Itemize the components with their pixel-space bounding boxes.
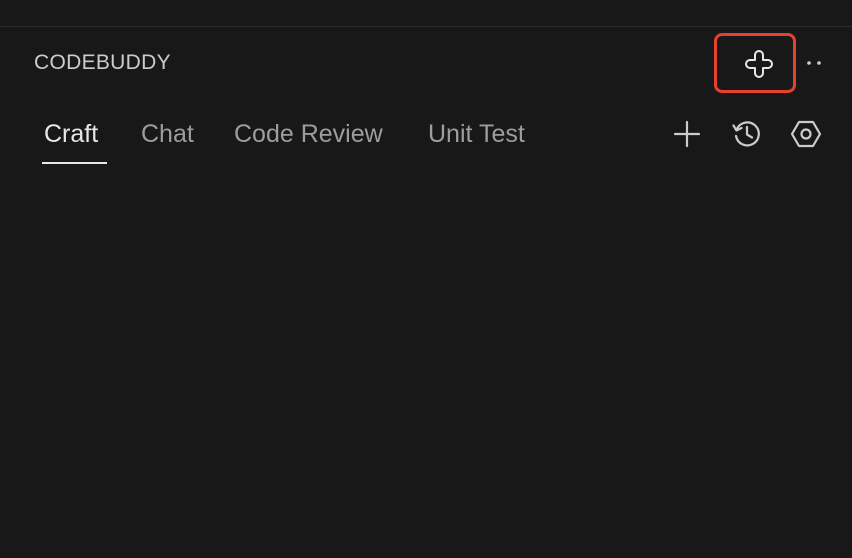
settings-button[interactable] (788, 116, 824, 152)
tab-bar: Craft Chat Code Review Unit Test (0, 110, 852, 168)
tab-code-review[interactable]: Code Review (234, 120, 383, 149)
history-icon (732, 121, 760, 147)
panel-header: CODEBUDDY (0, 27, 852, 99)
hexagon-settings-icon (790, 120, 822, 148)
history-button[interactable] (729, 116, 765, 152)
panel-title: CODEBUDDY (34, 51, 171, 74)
chat-content-area (0, 170, 852, 558)
puzzle-clover-icon (745, 50, 773, 78)
plus-icon (673, 120, 701, 148)
tab-unit-test[interactable]: Unit Test (428, 120, 525, 149)
more-horizontal-icon (807, 61, 821, 65)
agent-button[interactable] (740, 45, 778, 83)
tab-chat[interactable]: Chat (141, 120, 194, 149)
window-top-strip (0, 0, 852, 27)
more-actions-button[interactable] (803, 51, 825, 75)
active-tab-indicator (42, 162, 107, 164)
new-session-button[interactable] (669, 116, 705, 152)
tab-craft[interactable]: Craft (44, 120, 98, 149)
